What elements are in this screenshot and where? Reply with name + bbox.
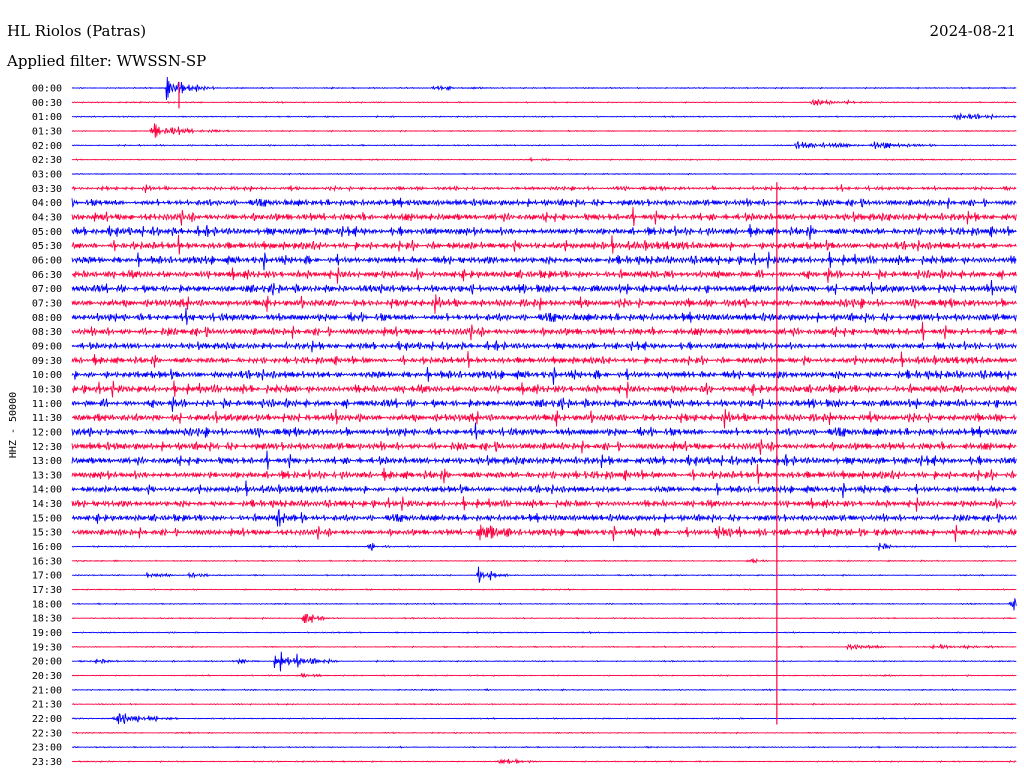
filter-label: Applied filter: WWSSN-SP xyxy=(6,52,206,70)
row-label: 02:00 xyxy=(32,141,62,152)
row-label: 06:30 xyxy=(32,270,62,281)
y-axis-label: HHZ - 50000 xyxy=(8,392,19,458)
row-label: 23:00 xyxy=(32,743,62,754)
row-label: 20:00 xyxy=(32,657,62,668)
row-label: 09:00 xyxy=(32,341,62,352)
row-label: 15:30 xyxy=(32,528,62,539)
row-label: 03:00 xyxy=(32,169,62,180)
seismogram-chart: HL Riolos (Patras) 2024-08-21 Applied fi… xyxy=(0,0,1024,780)
row-label: 11:00 xyxy=(32,399,62,410)
row-label: 17:00 xyxy=(32,571,62,582)
row-label: 00:00 xyxy=(32,84,62,95)
row-label: 18:00 xyxy=(32,599,62,610)
row-label: 13:30 xyxy=(32,470,62,481)
row-label: 14:00 xyxy=(32,485,62,496)
row-label: 22:30 xyxy=(32,728,62,739)
row-label: 15:00 xyxy=(32,513,62,524)
row-label: 02:30 xyxy=(32,155,62,166)
row-label: 06:00 xyxy=(32,255,62,266)
row-label: 12:00 xyxy=(32,427,62,438)
row-label: 07:30 xyxy=(32,298,62,309)
row-label: 18:30 xyxy=(32,614,62,625)
row-label: 10:30 xyxy=(32,384,62,395)
row-label: 08:30 xyxy=(32,327,62,338)
row-label: 05:30 xyxy=(32,241,62,252)
station-title: HL Riolos (Patras) xyxy=(7,22,146,40)
row-label: 12:30 xyxy=(32,442,62,453)
row-label: 04:00 xyxy=(32,198,62,209)
row-label: 10:00 xyxy=(32,370,62,381)
row-label: 17:30 xyxy=(32,585,62,596)
row-label: 16:00 xyxy=(32,542,62,553)
row-label: 20:30 xyxy=(32,671,62,682)
row-label: 16:30 xyxy=(32,556,62,567)
row-label: 11:30 xyxy=(32,413,62,424)
row-label: 22:00 xyxy=(32,714,62,725)
row-label: 21:00 xyxy=(32,685,62,696)
row-label: 14:30 xyxy=(32,499,62,510)
row-label: 05:00 xyxy=(32,227,62,238)
row-label: 21:30 xyxy=(32,700,62,711)
row-label: 01:00 xyxy=(32,112,62,123)
row-label: 19:30 xyxy=(32,642,62,653)
date-label: 2024-08-21 xyxy=(930,22,1016,40)
row-label: 09:30 xyxy=(32,356,62,367)
row-label: 03:30 xyxy=(32,184,62,195)
row-label: 08:00 xyxy=(32,313,62,324)
row-label: 19:00 xyxy=(32,628,62,639)
row-label: 07:00 xyxy=(32,284,62,295)
row-label: 01:30 xyxy=(32,126,62,137)
row-label: 04:30 xyxy=(32,212,62,223)
row-label: 00:30 xyxy=(32,98,62,109)
row-label: 13:00 xyxy=(32,456,62,467)
row-label: 23:30 xyxy=(32,757,62,768)
